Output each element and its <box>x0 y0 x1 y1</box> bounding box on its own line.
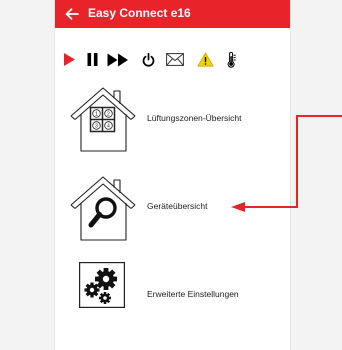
app-title: Easy Connect e16 <box>88 6 191 20</box>
menu-label-advanced-settings: Erweiterte Einstellungen <box>147 289 239 299</box>
app-bar: Easy Connect e16 <box>55 0 290 28</box>
fast-forward-button[interactable] <box>106 51 130 68</box>
menu-item-advanced-settings[interactable]: Erweiterte Einstellungen <box>55 258 290 328</box>
thermometer-button[interactable] <box>224 51 238 68</box>
house-search-icon <box>70 176 136 241</box>
play-icon <box>64 53 75 66</box>
app-screen: Easy Connect e16 1 2 3 4 Lüftungszonen-Ü… <box>55 0 290 350</box>
zone-label-3: 3 <box>95 123 98 129</box>
menu-label-device-overview: Geräteübersicht <box>147 201 208 211</box>
mail-icon <box>166 53 184 66</box>
menu-label-ventilation-zones: Lüftungszonen-Übersicht <box>147 113 242 123</box>
gears-icon <box>79 262 125 308</box>
arrow-left-icon <box>65 8 79 20</box>
warning-icon <box>196 52 214 67</box>
control-toolbar <box>55 43 290 73</box>
thermometer-icon <box>227 51 236 68</box>
house-zones-icon: 1 2 3 4 <box>70 87 136 152</box>
fast-forward-icon <box>107 53 128 66</box>
back-button[interactable] <box>61 3 83 25</box>
pause-button[interactable] <box>85 51 99 68</box>
zone-label-4: 4 <box>107 123 110 129</box>
warning-button[interactable] <box>196 51 214 68</box>
zone-label-1: 1 <box>95 111 98 117</box>
power-button[interactable] <box>141 51 155 68</box>
menu-item-ventilation-zones[interactable]: 1 2 3 4 Lüftungszonen-Übersicht <box>55 83 290 153</box>
mail-button[interactable] <box>165 51 185 68</box>
zone-label-2: 2 <box>107 111 110 117</box>
power-icon <box>142 52 154 67</box>
menu-item-device-overview[interactable]: Geräteübersicht <box>55 172 290 242</box>
pause-icon <box>87 53 97 66</box>
play-button[interactable] <box>62 51 77 68</box>
